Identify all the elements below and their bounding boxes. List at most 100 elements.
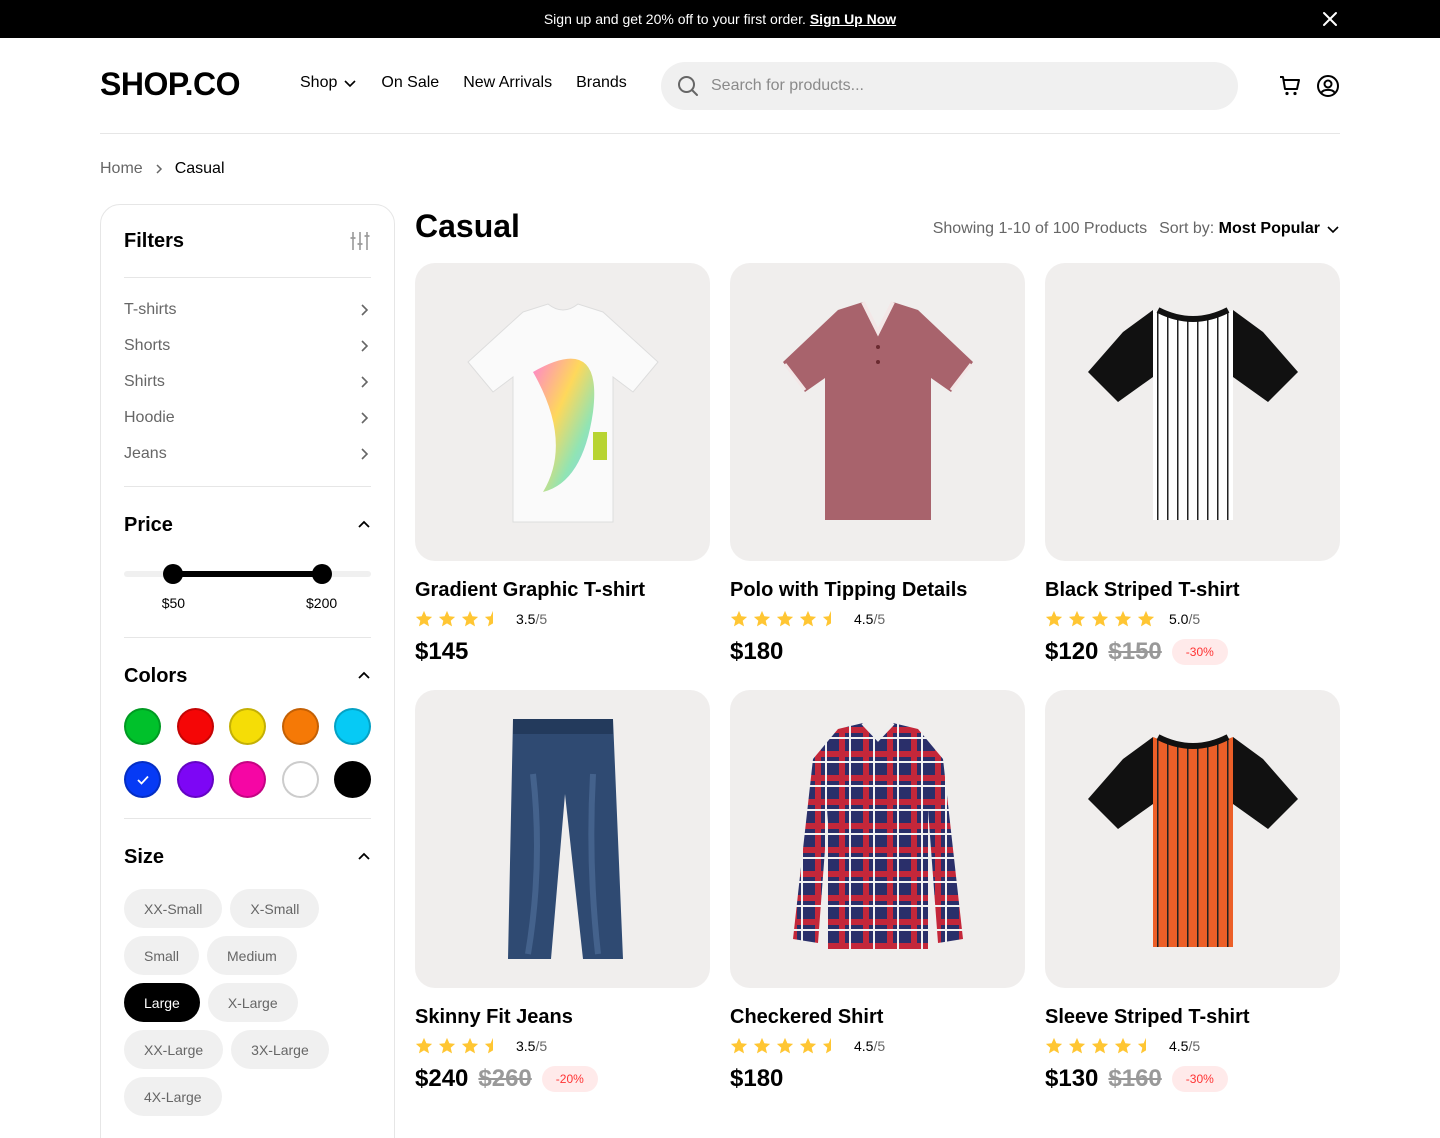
price-header[interactable]: Price (124, 507, 371, 543)
category-item-tshirts[interactable]: T-shirts (124, 292, 371, 328)
product-name[interactable]: Gradient Graphic T-shirt (415, 579, 710, 602)
rating-value: 5.0 (1169, 611, 1189, 627)
product-image[interactable] (1045, 263, 1340, 561)
product-rating: 5.0/5 (1045, 610, 1340, 628)
product-card[interactable]: Gradient Graphic T-shirt 3.5/5 $145 (415, 263, 710, 666)
nav-brands[interactable]: Brands (576, 74, 627, 92)
product-card[interactable]: Polo with Tipping Details 4.5/5 $180 (730, 263, 1025, 666)
star-icon (799, 610, 817, 627)
star-icon (1045, 1037, 1063, 1054)
product-name[interactable]: Skinny Fit Jeans (415, 1006, 710, 1029)
nav-on-sale[interactable]: On Sale (381, 74, 439, 92)
star-icon (1114, 1037, 1132, 1054)
color-swatch[interactable] (124, 708, 161, 745)
results-count: Showing 1-10 of 100 Products (932, 220, 1148, 237)
product-price: $130 (1045, 1065, 1099, 1092)
star-icon (1091, 1037, 1109, 1054)
color-swatch[interactable] (176, 708, 214, 745)
category-item-hoodie[interactable]: Hoodie (124, 400, 371, 436)
sort-dropdown[interactable]: Most Popular (1219, 220, 1340, 238)
nav-shop[interactable]: Shop (300, 74, 357, 92)
size-chip[interactable]: X-Large (207, 983, 298, 1022)
star-icon (438, 1037, 456, 1054)
search-bar (661, 62, 1238, 110)
product-image[interactable] (415, 690, 710, 988)
product-name[interactable]: Polo with Tipping Details (730, 579, 1025, 602)
product-name[interactable]: Black Striped T-shirt (1045, 579, 1340, 602)
color-swatch[interactable] (334, 761, 371, 798)
cart-icon[interactable] (1278, 74, 1302, 98)
product-card[interactable]: Black Striped T-shirt 5.0/5 $120 $150 -3… (1045, 263, 1340, 666)
color-swatch[interactable] (281, 708, 319, 745)
color-swatch[interactable] (281, 761, 319, 798)
nav-new-arrivals[interactable]: New Arrivals (463, 74, 552, 92)
filter-settings-icon[interactable] (349, 230, 371, 252)
tshirt-graphic-image (466, 303, 659, 523)
product-name[interactable]: Sleeve Striped T-shirt (1045, 1006, 1340, 1029)
product-old-price: $160 (1108, 1065, 1162, 1092)
product-image[interactable] (730, 690, 1025, 988)
size-chip[interactable]: Medium (207, 936, 297, 975)
size-chip[interactable]: X-Small (230, 889, 320, 928)
size-chip[interactable]: XX-Large (124, 1030, 224, 1069)
size-header[interactable]: Size (124, 839, 371, 875)
color-swatch[interactable] (334, 708, 371, 745)
colors-header[interactable]: Colors (124, 658, 371, 694)
star-icon (753, 610, 771, 627)
product-prices: $180 (730, 1065, 1025, 1093)
color-swatch[interactable] (124, 761, 161, 798)
size-chip[interactable]: XX-Small (124, 889, 223, 928)
product-old-price: $260 (478, 1065, 532, 1092)
breadcrumb-home[interactable]: Home (100, 160, 143, 178)
price-title: Price (124, 513, 173, 536)
product-name[interactable]: Checkered Shirt (730, 1006, 1025, 1029)
category-item-shorts[interactable]: Shorts (124, 328, 371, 364)
product-image[interactable] (730, 263, 1025, 561)
product-rating: 4.5/5 (1045, 1037, 1340, 1055)
color-swatch[interactable] (176, 761, 214, 798)
color-swatch[interactable] (229, 708, 266, 745)
category-label: Hoodie (124, 409, 175, 426)
product-price: $240 (415, 1065, 469, 1092)
header-icons (1278, 74, 1340, 98)
search-icon (678, 76, 698, 96)
size-chip[interactable]: Large (124, 983, 200, 1022)
size-chip[interactable]: Small (124, 936, 200, 975)
category-label: Shorts (124, 337, 171, 354)
breadcrumb-current: Casual (174, 160, 225, 177)
category-item-shirts[interactable]: Shirts (124, 364, 371, 400)
product-prices: $120 $150 -30% (1045, 638, 1340, 666)
chevron-right-icon (361, 412, 369, 424)
product-card[interactable]: Skinny Fit Jeans 3.5/5 $240 $260 -20% (415, 690, 710, 1093)
color-swatch[interactable] (229, 761, 266, 798)
sort-value: Most Popular (1218, 220, 1320, 237)
rating-max: /5 (1188, 611, 1201, 627)
slider-min-handle[interactable] (163, 564, 184, 584)
slider-max-handle[interactable] (311, 564, 332, 584)
close-icon[interactable] (1320, 9, 1340, 29)
product-card[interactable]: Sleeve Striped T-shirt 4.5/5 $130 $160 -… (1045, 690, 1340, 1093)
size-chip[interactable]: 4X-Large (124, 1077, 222, 1116)
product-price: $120 (1045, 638, 1099, 665)
size-chip[interactable]: 3X-Large (231, 1030, 329, 1069)
rating-value: 4.5 (854, 1038, 874, 1054)
checkered-shirt-image (792, 721, 963, 949)
star-icon (1068, 610, 1086, 627)
product-rating: 3.5/5 (415, 1037, 710, 1055)
product-image[interactable] (1045, 690, 1340, 988)
star-icon (776, 1037, 794, 1054)
category-item-jeans[interactable]: Jeans (124, 436, 371, 472)
user-icon[interactable] (1316, 74, 1340, 98)
star-icon (438, 610, 456, 627)
search-input[interactable] (711, 77, 1191, 95)
star-icon (753, 1037, 771, 1054)
sign-up-link[interactable]: Sign Up Now (810, 11, 896, 27)
product-card[interactable]: Checkered Shirt 4.5/5 $180 (730, 690, 1025, 1093)
star-icon (484, 610, 493, 627)
rating-value: 4.5 (854, 611, 874, 627)
chevron-right-icon (361, 340, 369, 352)
star-icon (1137, 610, 1155, 627)
price-slider[interactable]: $50 $200 (124, 555, 371, 615)
product-image[interactable] (415, 263, 710, 561)
logo[interactable]: SHOP.CO (100, 66, 240, 103)
